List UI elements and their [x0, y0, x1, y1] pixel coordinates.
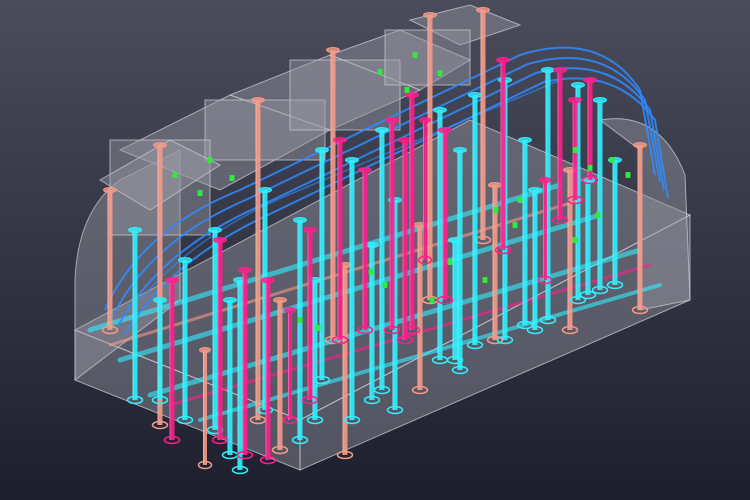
pipe-top-cap-28 [518, 137, 532, 143]
pipe-top-cap-11 [633, 142, 647, 148]
green-marker-4 [197, 190, 203, 196]
pipe-top-cap-46 [358, 167, 372, 173]
pipe-top-cap-4 [326, 47, 340, 53]
green-marker-14 [512, 222, 518, 228]
green-marker-17 [368, 269, 374, 275]
green-marker-5 [412, 52, 418, 58]
pipe-top-cap-40 [165, 277, 179, 283]
pipe-top-cap-15 [178, 257, 192, 263]
pipe-top-cap-13 [199, 347, 211, 353]
pipe-top-cap-45 [333, 137, 347, 143]
pipe-top-cap-51 [496, 57, 510, 63]
cad-3d-viewport[interactable] [0, 0, 750, 500]
pipe-top-cap-54 [583, 77, 597, 83]
pipe-top-cap-3 [251, 97, 265, 103]
pipe-top-cap-52 [553, 67, 567, 73]
pipe-top-cap-25 [453, 147, 467, 153]
green-marker-6 [437, 70, 443, 76]
pipe-top-cap-20 [315, 147, 329, 153]
pipe-top-cap-56 [419, 117, 431, 123]
pipe-top-cap-39 [528, 187, 542, 193]
pipe-top-cap-31 [593, 97, 607, 103]
pipe-top-cap-5 [423, 12, 437, 18]
green-marker-18 [382, 282, 388, 288]
green-marker-21 [572, 237, 578, 243]
pipe-top-cap-18 [258, 187, 272, 193]
model-canvas[interactable] [0, 0, 750, 500]
pipe-top-cap-42 [238, 267, 252, 273]
pipe-top-cap-21 [345, 157, 359, 163]
pipe-top-cap-55 [539, 177, 551, 183]
pipe-top-cap-53 [568, 97, 582, 103]
green-marker-10 [587, 165, 593, 171]
pipe-top-cap-24 [433, 107, 447, 113]
green-marker-24 [493, 207, 499, 213]
pipe-top-cap-19 [293, 217, 307, 223]
green-marker-19 [447, 259, 453, 265]
pipe-top-cap-43 [261, 277, 275, 283]
pipe-top-cap-34 [153, 297, 167, 303]
green-marker-16 [315, 325, 321, 331]
green-marker-15 [297, 317, 303, 323]
pipe-top-cap-29 [541, 67, 555, 73]
pipe-top-cap-41 [213, 237, 227, 243]
green-marker-3 [229, 175, 235, 181]
green-marker-2 [172, 172, 178, 178]
green-marker-12 [625, 172, 631, 178]
pipe-top-cap-44 [303, 227, 317, 233]
pipe-top-cap-57 [284, 307, 296, 313]
green-marker-11 [609, 157, 615, 163]
pipe-top-cap-22 [375, 127, 389, 133]
pipe-top-cap-49 [405, 92, 419, 98]
green-marker-13 [517, 197, 523, 203]
pipe-top-cap-12 [273, 297, 287, 303]
pipe-top-cap-2 [103, 187, 117, 193]
green-marker-8 [404, 87, 410, 93]
green-marker-9 [572, 147, 578, 153]
green-marker-22 [595, 212, 601, 218]
pipe-top-cap-17 [223, 297, 237, 303]
green-marker-1 [207, 157, 213, 163]
pipe-top-cap-30 [571, 82, 585, 88]
pipe-top-cap-9 [488, 182, 502, 188]
pipe-top-cap-38 [448, 237, 462, 243]
pipe-top-cap-26 [468, 92, 482, 98]
pipe-top-cap-14 [128, 227, 142, 233]
pipe-top-cap-47 [385, 117, 399, 123]
green-marker-20 [482, 277, 488, 283]
green-marker-23 [429, 297, 435, 303]
pipe-top-cap-6 [476, 7, 490, 13]
pipe-top-cap-1 [153, 142, 167, 148]
upper-block-face-2 [289, 59, 401, 131]
pipe-top-cap-50 [438, 127, 452, 133]
pipe-top-cap-16 [208, 227, 222, 233]
green-marker-7 [377, 69, 383, 75]
